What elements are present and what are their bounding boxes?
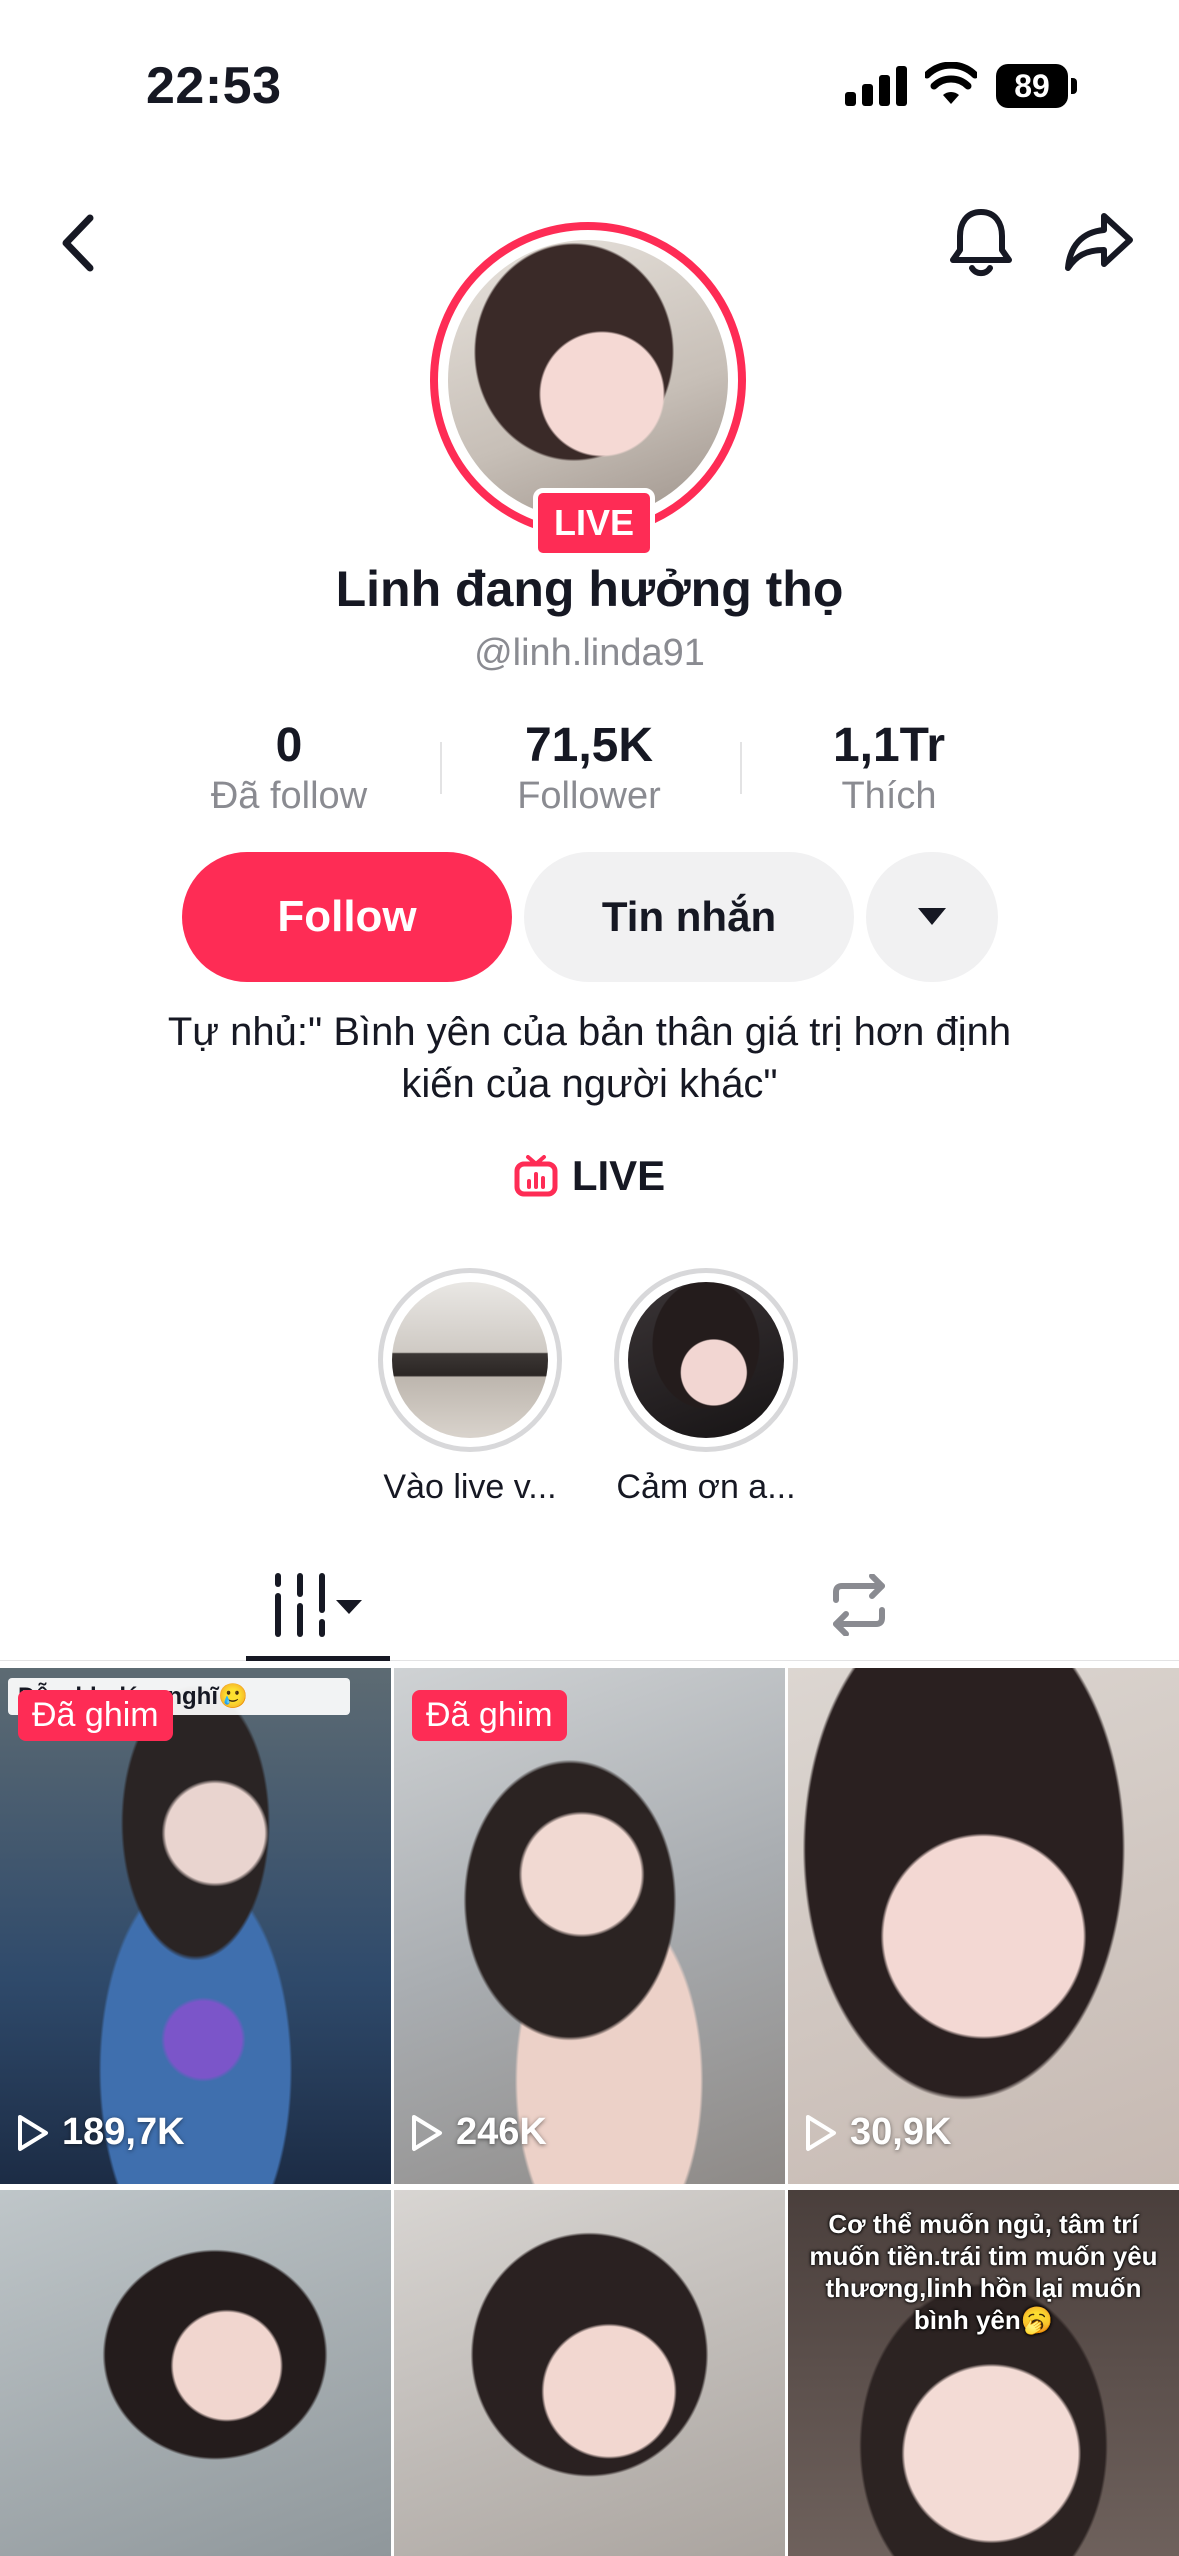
- video-tile[interactable]: [0, 2190, 391, 2556]
- live-link-label: LIVE: [571, 1152, 666, 1199]
- video-tile[interactable]: Dễ... bh dám nghĩ🥲 Đã ghim 189,7K: [0, 1668, 391, 2184]
- play-icon: [18, 2114, 48, 2151]
- avatar-photo: [448, 240, 728, 520]
- share-arrow-icon[interactable]: [1064, 210, 1134, 274]
- battery-icon: 89: [996, 64, 1078, 108]
- stat-following-value: 0: [275, 719, 303, 772]
- video-caption: Cơ thể muốn ngủ, tâm trí muốn tiền.trái …: [809, 2209, 1158, 2335]
- status-time: 22:53: [146, 57, 282, 115]
- play-icon: [806, 2114, 836, 2151]
- bio-line: Tự nhủ:" Bình yên của bản thân giá trị h…: [167, 1010, 1012, 1054]
- stat-followers-value: 71,5K: [524, 719, 654, 772]
- view-count-value: 30,9K: [850, 2111, 952, 2153]
- video-tile[interactable]: Đã ghim 246K: [394, 1668, 785, 2184]
- more-options-button[interactable]: [866, 852, 998, 982]
- live-tv-icon: [514, 1155, 558, 1197]
- view-count: 30,9K: [804, 2111, 951, 2154]
- display-name: Linh đang hưởng thọ: [335, 561, 844, 617]
- chevron-down-icon: [918, 908, 946, 925]
- stat-followers-label: Follower: [517, 775, 661, 817]
- active-tab-indicator: [246, 1656, 390, 1661]
- video-tile[interactable]: Cơ thể muốn ngủ, tâm trí muốn tiền.trái …: [788, 2190, 1179, 2556]
- profile-bio: Tự nhủ:" Bình yên của bản thân giá trị h…: [100, 1006, 1079, 1110]
- stat-likes-label: Thích: [841, 775, 937, 817]
- stat-likes[interactable]: 1,1Tr Thích: [739, 718, 1039, 818]
- highlight-item[interactable]: Vào live v...: [375, 1268, 565, 1507]
- wifi-icon: [925, 62, 977, 104]
- highlight-item[interactable]: Cảm ơn a...: [611, 1268, 801, 1507]
- follow-button[interactable]: Follow: [182, 852, 512, 982]
- username: @linh.linda91: [474, 632, 705, 674]
- pinned-badge: Đã ghim: [18, 1690, 173, 1741]
- stat-likes-value: 1,1Tr: [832, 719, 946, 772]
- message-button[interactable]: Tin nhắn: [524, 852, 854, 982]
- live-link[interactable]: LIVE: [0, 1152, 1179, 1212]
- highlight-label: Cảm ơn a...: [616, 1468, 796, 1506]
- cellular-signal-icon: [845, 64, 907, 106]
- view-count: 246K: [410, 2111, 547, 2154]
- battery-level: 89: [996, 64, 1068, 108]
- stat-following-label: Đã follow: [210, 775, 368, 817]
- repost-tab-icon[interactable]: [822, 1574, 896, 1636]
- back-arrow-icon[interactable]: [54, 210, 104, 276]
- highlight-thumbnail: [378, 1268, 562, 1452]
- video-tile[interactable]: [394, 2190, 785, 2556]
- stat-followers[interactable]: 71,5K Follower: [439, 718, 739, 818]
- notification-bell-icon[interactable]: [948, 206, 1014, 278]
- stat-following[interactable]: 0 Đã follow: [139, 718, 439, 818]
- view-count-value: 189,7K: [62, 2111, 185, 2153]
- view-count: 189,7K: [16, 2111, 185, 2154]
- view-count-value: 246K: [456, 2111, 547, 2153]
- highlight-label: Vào live v...: [383, 1468, 557, 1506]
- play-icon: [412, 2114, 442, 2151]
- highlight-thumbnail: [614, 1268, 798, 1452]
- bio-line: kiến của người khác": [401, 1062, 778, 1106]
- live-badge[interactable]: LIVE: [533, 488, 655, 558]
- video-tile[interactable]: 30,9K: [788, 1668, 1179, 2184]
- tab-divider: [0, 1660, 1179, 1661]
- videos-grid-tab-icon[interactable]: [270, 1570, 370, 1640]
- pinned-badge: Đã ghim: [412, 1690, 567, 1741]
